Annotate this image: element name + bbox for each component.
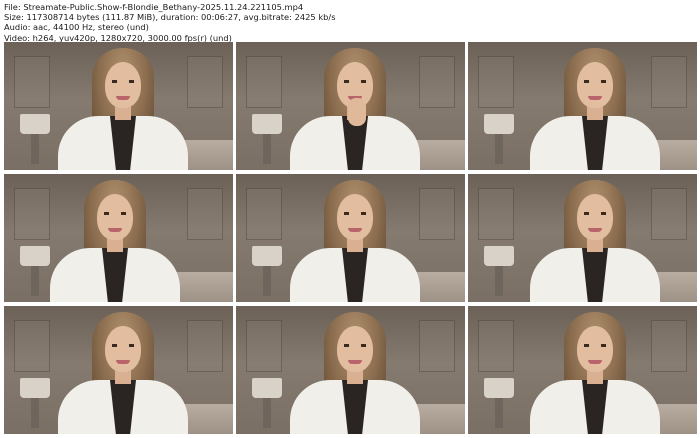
file-size-line: Size: 117308714 bytes (111.87 MiB), dura… bbox=[4, 12, 336, 23]
thumbnail-5 bbox=[236, 174, 465, 302]
file-name-line: File: Streamate-Public.Show-f-Blondie_Be… bbox=[4, 2, 304, 12]
thumbnail-7 bbox=[4, 306, 233, 434]
thumbnail-grid bbox=[4, 42, 697, 434]
thumbnail-1 bbox=[4, 42, 233, 170]
thumbnail-4 bbox=[4, 174, 233, 302]
thumbnail-2 bbox=[236, 42, 465, 170]
thumbnail-9 bbox=[468, 306, 697, 434]
thumbnail-3 bbox=[468, 42, 697, 170]
audio-info-line: Audio: aac, 44100 Hz, stereo (und) bbox=[4, 22, 149, 33]
thumbnail-6 bbox=[468, 174, 697, 302]
file-info-header: File: Streamate-Public.Show-f-Blondie_Be… bbox=[4, 2, 336, 43]
thumbnail-8 bbox=[236, 306, 465, 434]
